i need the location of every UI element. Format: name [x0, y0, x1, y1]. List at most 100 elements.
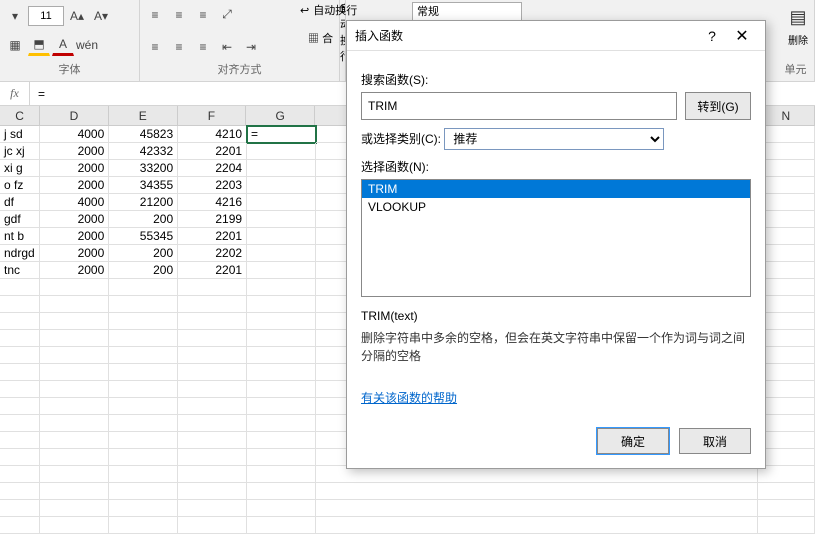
cell[interactable]: 2201 [178, 262, 247, 279]
cell[interactable] [0, 381, 40, 398]
cell[interactable]: 2000 [40, 177, 109, 194]
cell[interactable] [109, 279, 178, 296]
cell[interactable] [178, 483, 247, 500]
cell[interactable] [178, 466, 247, 483]
cell[interactable] [758, 381, 815, 398]
cell[interactable] [0, 500, 40, 517]
cell[interactable] [247, 228, 316, 245]
align-middle-icon[interactable]: ≡ [168, 4, 190, 26]
cell[interactable]: 45823 [109, 126, 178, 143]
cell[interactable] [247, 245, 316, 262]
cell[interactable]: 2000 [40, 211, 109, 228]
cell[interactable] [178, 296, 247, 313]
cell[interactable] [758, 330, 815, 347]
cell[interactable] [40, 381, 109, 398]
cell[interactable]: 4000 [40, 194, 109, 211]
font-dropdown-chevron-icon[interactable]: ▾ [4, 5, 26, 27]
search-input[interactable] [361, 92, 677, 120]
font-size-input[interactable] [28, 6, 64, 26]
cell[interactable] [0, 296, 40, 313]
fx-icon[interactable]: fx [0, 82, 30, 105]
cell[interactable] [247, 432, 316, 449]
column-header[interactable]: E [109, 106, 178, 125]
cell[interactable] [40, 415, 109, 432]
function-list-item[interactable]: TRIM [362, 180, 750, 198]
cell[interactable] [178, 449, 247, 466]
cell[interactable]: 2000 [40, 143, 109, 160]
cell[interactable] [0, 364, 40, 381]
cell[interactable]: = [247, 126, 316, 143]
cell[interactable] [40, 398, 109, 415]
cell[interactable] [758, 500, 815, 517]
cell[interactable] [40, 432, 109, 449]
cell[interactable]: 4216 [178, 194, 247, 211]
cell[interactable] [178, 398, 247, 415]
cell[interactable] [247, 517, 316, 534]
cell[interactable] [109, 347, 178, 364]
cell[interactable]: 2199 [178, 211, 247, 228]
cell[interactable]: ndrgd [0, 245, 40, 262]
cell[interactable] [40, 313, 109, 330]
cell[interactable]: 21200 [109, 194, 178, 211]
cell[interactable] [758, 262, 815, 279]
cell[interactable] [316, 483, 758, 500]
cell[interactable] [40, 466, 109, 483]
help-button[interactable]: ? [697, 24, 727, 48]
cell[interactable] [109, 364, 178, 381]
cell[interactable] [109, 296, 178, 313]
merge-peek[interactable]: ▦ 合 [308, 30, 333, 46]
orientation-icon[interactable]: ⤢ [216, 4, 238, 26]
align-bottom-icon[interactable]: ≡ [192, 4, 214, 26]
cell[interactable] [758, 211, 815, 228]
cell[interactable] [758, 483, 815, 500]
cell[interactable] [247, 194, 316, 211]
cell[interactable]: 2204 [178, 160, 247, 177]
function-help-link[interactable]: 有关该函数的帮助 [361, 389, 457, 406]
phonetic-icon[interactable]: wén [76, 34, 98, 56]
cell[interactable]: 34355 [109, 177, 178, 194]
cell[interactable] [247, 381, 316, 398]
cell[interactable] [247, 330, 316, 347]
cell[interactable]: 2201 [178, 228, 247, 245]
cell[interactable] [0, 347, 40, 364]
cell[interactable]: j sd [0, 126, 40, 143]
cell[interactable] [758, 466, 815, 483]
column-header[interactable]: D [40, 106, 109, 125]
cell[interactable] [247, 262, 316, 279]
font-color-icon[interactable]: A [52, 34, 74, 56]
align-right-icon[interactable]: ≡ [192, 36, 214, 58]
cell[interactable] [247, 483, 316, 500]
goto-button[interactable]: 转到(G) [685, 92, 751, 120]
cell[interactable]: 2000 [40, 228, 109, 245]
cell[interactable]: 2000 [40, 245, 109, 262]
cell[interactable] [178, 517, 247, 534]
cell[interactable] [109, 381, 178, 398]
cell[interactable] [0, 279, 40, 296]
cell[interactable] [247, 177, 316, 194]
cell[interactable] [758, 432, 815, 449]
cell[interactable] [247, 279, 316, 296]
cell[interactable]: 4210 [178, 126, 247, 143]
increase-indent-icon[interactable]: ⇥ [240, 36, 262, 58]
cell[interactable] [109, 466, 178, 483]
cell[interactable] [758, 449, 815, 466]
cell[interactable] [758, 245, 815, 262]
cell[interactable] [247, 398, 316, 415]
ok-button[interactable]: 确定 [597, 428, 669, 454]
fill-color-icon[interactable]: ⬒ [28, 34, 50, 56]
cell[interactable]: 2201 [178, 143, 247, 160]
cell[interactable] [758, 517, 815, 534]
cell[interactable] [316, 517, 758, 534]
function-list[interactable]: TRIMVLOOKUP [361, 179, 751, 297]
decrease-indent-icon[interactable]: ⇤ [216, 36, 238, 58]
cell[interactable] [758, 160, 815, 177]
cell[interactable] [109, 500, 178, 517]
cell[interactable] [109, 517, 178, 534]
cell[interactable] [40, 364, 109, 381]
cell[interactable] [247, 466, 316, 483]
function-list-item[interactable]: VLOOKUP [362, 198, 750, 216]
close-button[interactable]: ✕ [727, 24, 757, 48]
cell[interactable] [758, 194, 815, 211]
cell[interactable]: 200 [109, 245, 178, 262]
cell[interactable] [0, 330, 40, 347]
